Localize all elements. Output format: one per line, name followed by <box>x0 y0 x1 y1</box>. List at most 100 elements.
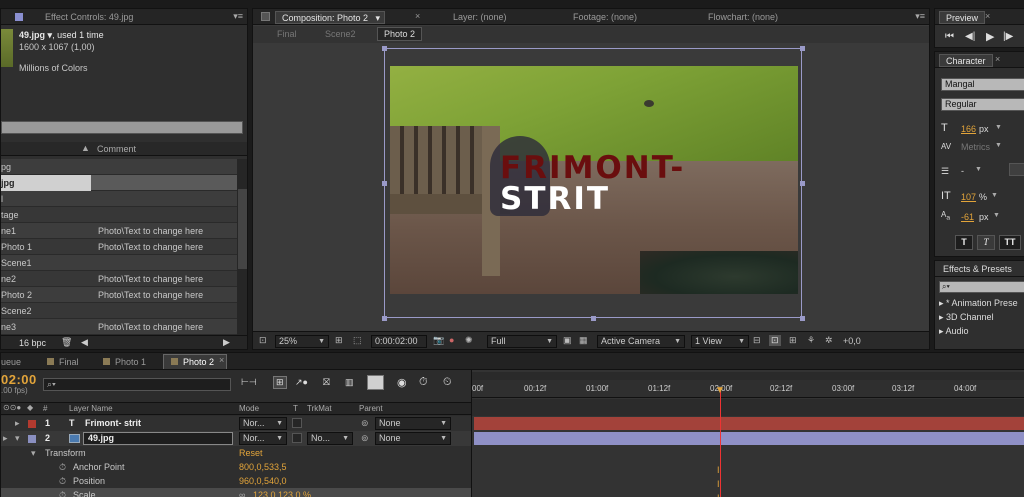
mode-column-header[interactable]: Mode <box>239 404 259 413</box>
effects-item-audio[interactable]: ▸ Audio <box>939 326 969 337</box>
tab-flowchart[interactable]: Flowchart: (none) <box>708 11 778 24</box>
vertical-scale-dropdown-icon[interactable]: ▼ <box>991 192 998 199</box>
layer-1-expand-icon[interactable]: ▸ <box>15 416 20 431</box>
property-position-row[interactable]: ⏱ Position 960,0,540,0 <box>1 474 471 489</box>
show-snapshot-icon[interactable]: ✺ <box>465 335 473 346</box>
panel-menu-icon[interactable]: ▾≡ <box>233 11 243 22</box>
layer-1-mode-dropdown[interactable]: Nor... ▼ <box>239 417 287 430</box>
transparency-grid-icon[interactable]: ▦ <box>579 335 588 346</box>
timeline-search-input[interactable]: ⌕▾ <box>43 378 231 391</box>
project-row[interactable]: Photo 2 Photo\Text to change here <box>1 287 237 303</box>
faux-bold-button[interactable]: T <box>955 235 973 250</box>
layer-2-label-color[interactable] <box>28 435 36 443</box>
comment-column-header[interactable]: Comment <box>97 144 136 154</box>
timeline-icon[interactable]: ⊞ <box>789 335 797 346</box>
frame-handle-ml[interactable] <box>382 181 387 186</box>
tab-footage[interactable]: Footage: (none) <box>573 11 637 24</box>
tab-final[interactable]: Final <box>59 356 79 369</box>
all-caps-button[interactable]: TT <box>999 235 1021 250</box>
project-row[interactable]: ne2 Photo\Text to change here <box>1 271 237 287</box>
frame-handle-br[interactable] <box>800 316 805 321</box>
layer-2-expand-icon[interactable]: ▾ <box>15 431 20 446</box>
effects-search-input[interactable]: ⌕▾ <box>939 281 1024 293</box>
frame-handle-bl[interactable] <box>382 316 387 321</box>
layer-2-mode-dropdown[interactable]: Nor... ▼ <box>239 432 287 445</box>
project-row[interactable]: jpg <box>1 175 237 191</box>
trkmat-column-header[interactable]: TrkMat <box>307 404 332 413</box>
transform-expand-icon[interactable]: ▾ <box>31 446 36 461</box>
transform-group-row[interactable]: ▾ Transform Reset <box>1 446 471 461</box>
layer-row-1[interactable]: ▸ 1 T Frimont- strit Nor... ▼ ⊚ None ▼ <box>1 416 471 431</box>
live-update-icon[interactable]: ⊞ <box>273 376 287 389</box>
property-scale-row[interactable]: ⏱ Scale ∞ 123,0,123,0 % <box>1 488 471 497</box>
stopwatch-icon[interactable]: ⏲ <box>443 376 452 389</box>
stroke-type-field[interactable] <box>1009 163 1024 176</box>
comp-image[interactable]: FRIMONT- STRIT <box>390 66 798 294</box>
tab-photo2[interactable]: Photo 2 <box>183 356 214 369</box>
frame-handle-mr[interactable] <box>800 181 805 186</box>
layer-2-name-field[interactable]: 49.jpg <box>83 432 233 445</box>
font-family-field[interactable]: Mangal <box>941 78 1024 91</box>
current-time-field[interactable]: 0:00:02:00 <box>371 335 427 348</box>
project-search-input[interactable] <box>1 121 243 134</box>
layer-2-duration-bar[interactable] <box>474 432 1024 445</box>
tab-render-queue[interactable]: ueue <box>1 356 21 369</box>
region-icon[interactable]: ⬚ <box>353 335 362 346</box>
effects-item-animation-presets[interactable]: ▸ * Animation Prese <box>939 298 1018 309</box>
snapshot-icon[interactable]: 📷 <box>433 335 444 346</box>
fast-preview-icon[interactable]: ⊡ <box>769 335 781 346</box>
flowchart-icon[interactable]: ⚘ <box>807 335 815 346</box>
time-ruler[interactable]: 00f 00:12f 01:00f 01:12f 02:00f 02:12f 0… <box>472 380 1024 398</box>
parent-column-header[interactable]: Parent <box>359 404 383 413</box>
tab-photo2-close-icon[interactable]: × <box>219 355 224 365</box>
position-value[interactable]: 960,0,540,0 <box>239 474 287 489</box>
baseline-shift-dropdown-icon[interactable]: ▼ <box>993 212 1000 219</box>
roi-icon[interactable]: ▣ <box>563 335 572 346</box>
preview-close-icon[interactable]: × <box>985 11 990 21</box>
project-row[interactable]: Scene1 <box>1 255 237 271</box>
comp-panel-menu-icon[interactable]: ▾≡ <box>915 11 925 22</box>
breadcrumb-final[interactable]: Final <box>277 29 297 39</box>
bpc-label[interactable]: 16 bpc <box>19 338 46 348</box>
layer-2-parent-pickwhip-icon[interactable]: ⊚ <box>361 431 369 446</box>
project-row[interactable]: Scene2 <box>1 303 237 319</box>
t-column-header[interactable]: T <box>293 404 298 413</box>
project-row[interactable]: l <box>1 191 237 207</box>
trash-icon[interactable]: 🗑 <box>61 337 72 348</box>
font-style-field[interactable]: Regular <box>941 98 1024 111</box>
scroll-left-icon[interactable]: ◀ <box>81 337 88 348</box>
playhead-line[interactable] <box>720 388 721 497</box>
layer-1-parent-pickwhip-icon[interactable]: ⊚ <box>361 416 369 431</box>
project-scrollbar[interactable] <box>237 159 247 335</box>
anchor-point-value[interactable]: 800,0,533,5 <box>239 460 287 475</box>
timeline-graph[interactable]: 00f 00:12f 01:00f 01:12f 02:00f 02:12f 0… <box>471 370 1024 497</box>
frame-handle-tl[interactable] <box>382 46 387 51</box>
always-preview-icon[interactable]: ⊡ <box>259 335 267 346</box>
vertical-scale-value[interactable]: 107 <box>961 192 976 202</box>
character-close-icon[interactable]: × <box>995 54 1000 64</box>
tab-effects-presets[interactable]: Effects & Presets <box>943 263 1012 276</box>
kerning-value[interactable]: Metrics <box>961 142 990 152</box>
draft-3d-icon[interactable]: ↗● <box>295 377 308 388</box>
font-size-value[interactable]: 166 <box>961 124 976 134</box>
tab-composition[interactable]: Composition: Photo 2 ▾ <box>275 11 386 24</box>
playhead-handle-icon[interactable]: ▼ <box>715 385 725 396</box>
toggle-pixel-icon[interactable]: ⊟ <box>753 335 761 346</box>
tab-layer[interactable]: Layer: (none) <box>453 11 507 24</box>
layer-1-parent-dropdown[interactable]: None ▼ <box>375 417 451 430</box>
graph-editor-icon[interactable]: ◉ <box>397 376 407 389</box>
scale-link-icon[interactable]: ∞ <box>239 488 245 497</box>
next-frame-icon[interactable]: |▶ <box>1003 31 1013 42</box>
sort-arrow-icon[interactable]: ▲ <box>81 143 90 153</box>
play-icon[interactable]: ▶ <box>986 30 994 43</box>
layer-1-t-checkbox[interactable] <box>292 418 302 428</box>
faux-italic-button[interactable]: T <box>977 235 995 250</box>
quality-dropdown[interactable]: Full ▼ <box>487 335 557 348</box>
layer-2-parent-dropdown[interactable]: None ▼ <box>375 432 451 445</box>
layer-2-visibility-icon[interactable]: ▸ <box>3 431 8 446</box>
timecode-display[interactable]: 02:00 <box>1 372 37 387</box>
tab-preview[interactable]: Preview <box>939 11 986 24</box>
comp-mini-flowchart-icon[interactable]: ⊢⊣ <box>241 377 257 388</box>
comp-close-icon[interactable]: × <box>415 11 420 21</box>
layer-row-2[interactable]: ▸ ▾ 2 49.jpg Nor... ▼ No... ▼ ⊚ None ▼ <box>1 431 471 446</box>
